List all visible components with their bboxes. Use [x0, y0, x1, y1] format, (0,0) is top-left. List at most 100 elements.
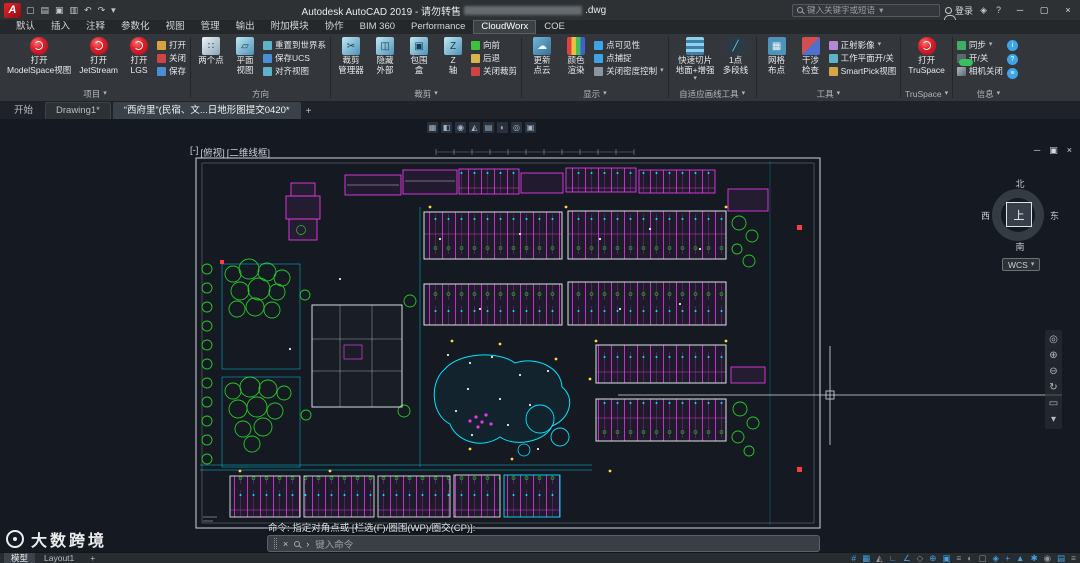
- search-flyout-icon[interactable]: ▾: [879, 5, 883, 16]
- visual-style-control[interactable]: [二维线框]: [227, 145, 270, 159]
- hardware-acceleration-icon[interactable]: ▤: [1057, 553, 1065, 563]
- viewcube-west[interactable]: 西: [981, 209, 990, 222]
- layout1-tab[interactable]: Layout1: [37, 553, 81, 563]
- camera-off-button[interactable]: 相机关闭: [957, 66, 1003, 76]
- tab-output[interactable]: 输出: [228, 20, 263, 34]
- tab-performance[interactable]: Performance: [403, 20, 473, 34]
- one-point-polyline-button[interactable]: ╱ 1点 多段线: [720, 36, 752, 75]
- autocad-logo-icon[interactable]: A: [4, 3, 21, 18]
- object-snap-icon[interactable]: ▣: [942, 553, 950, 563]
- new-icon[interactable]: ▢: [26, 5, 35, 16]
- tab-parametric[interactable]: 参数化: [113, 20, 158, 34]
- restore-button[interactable]: ▢: [1032, 0, 1056, 20]
- panel-label-clip[interactable]: 裁剪 ▾: [331, 87, 521, 101]
- customization-icon[interactable]: ≡: [1071, 553, 1076, 563]
- search-box[interactable]: 键入关键字或短语 ▾: [792, 4, 940, 17]
- doc-restore-button[interactable]: ▣: [1049, 145, 1058, 156]
- pan-icon[interactable]: ⊕: [1049, 350, 1057, 361]
- grid-icon[interactable]: #: [851, 553, 856, 563]
- workplane-toggle-button[interactable]: 工作平面开/关: [829, 53, 897, 63]
- infer-constraints-icon[interactable]: ◭: [876, 553, 883, 563]
- on-off-toggle-button[interactable]: 开/关: [957, 53, 1003, 63]
- show-motion-icon[interactable]: ▭: [1049, 398, 1058, 409]
- bounding-box-button[interactable]: ▣ 包围 盒: [403, 36, 435, 75]
- plan-view-button[interactable]: ▱ 平面 视图: [229, 36, 261, 75]
- selection-cycling-icon[interactable]: ▢: [978, 553, 986, 563]
- panel-label-truspace[interactable]: TruSpace ▾: [901, 87, 952, 101]
- color-render-button[interactable]: 颜色 渲染: [560, 36, 592, 75]
- snap-mode-icon[interactable]: ▦: [862, 553, 870, 563]
- tab-view[interactable]: 视图: [158, 20, 193, 34]
- canvas-toolbar-icon-5[interactable]: ▤: [483, 122, 494, 133]
- update-pointcloud-button[interactable]: ☁ 更新 点云: [526, 36, 558, 75]
- lineweight-icon[interactable]: ≡: [956, 553, 961, 563]
- z-axis-button[interactable]: Z Z 轴: [437, 36, 469, 75]
- open-icon[interactable]: ▤: [41, 5, 50, 16]
- minimize-button[interactable]: ─: [1008, 0, 1032, 20]
- qat-flyout-icon[interactable]: ▾: [111, 5, 116, 16]
- clash-check-button[interactable]: 干涉 检查: [795, 36, 827, 75]
- model-tab[interactable]: 模型: [4, 553, 35, 563]
- tab-coe[interactable]: COE: [536, 20, 573, 34]
- ortho-mode-icon[interactable]: ∟: [889, 553, 897, 563]
- zoom-icon[interactable]: ⊖: [1049, 366, 1057, 377]
- reset-to-world-button[interactable]: 重置到世界系: [263, 40, 326, 50]
- save-icon[interactable]: ▣: [55, 5, 64, 16]
- command-input[interactable]: 键入命令: [315, 537, 353, 551]
- tab-addins[interactable]: 附加模块: [263, 20, 317, 34]
- help-round-icon[interactable]: ?: [1007, 54, 1018, 65]
- panel-label-project[interactable]: 项目 ▾: [0, 87, 190, 101]
- tab-insert[interactable]: 插入: [43, 20, 78, 34]
- tab-default[interactable]: 默认: [8, 20, 43, 34]
- canvas-toolbar-icon-2[interactable]: ◧: [441, 122, 452, 133]
- panel-label-fit[interactable]: 自适应画线工具 ▾: [669, 87, 756, 101]
- menu-round-icon[interactable]: ≡: [1007, 68, 1018, 79]
- command-grip-handle[interactable]: [274, 538, 277, 549]
- view-control[interactable]: [俯视]: [200, 145, 224, 159]
- canvas-toolbar-icon-7[interactable]: ◎: [511, 122, 522, 133]
- clip-back-button[interactable]: 后退: [471, 53, 517, 63]
- quick-slice-button[interactable]: 快速切片 地面+增强 ▾: [673, 36, 718, 83]
- close-button[interactable]: ×: [1056, 0, 1080, 20]
- polar-tracking-icon[interactable]: ∠: [903, 553, 911, 563]
- tab-collaborate[interactable]: 协作: [317, 20, 352, 34]
- viewcube-north[interactable]: 北: [985, 177, 1055, 190]
- viewport-menu-control[interactable]: [-]: [190, 145, 198, 159]
- tab-cloudworx[interactable]: CloudWorx: [473, 20, 536, 34]
- new-layout-button[interactable]: +: [83, 553, 102, 563]
- undo-icon[interactable]: ↶: [84, 5, 92, 16]
- wcs-selector[interactable]: WCS ▾: [1002, 258, 1040, 271]
- align-view-button[interactable]: 对齐视图: [263, 66, 326, 76]
- density-control-button[interactable]: 关闭密度控制 ▾: [594, 66, 664, 76]
- open-modelspace-view-button[interactable]: 打开 ModelSpace视图: [4, 36, 74, 75]
- project-close-button[interactable]: 关闭: [157, 53, 186, 63]
- point-snap-button[interactable]: 点捕捉: [594, 53, 664, 63]
- open-lgs-button[interactable]: 打开 LGS: [123, 36, 155, 75]
- viewcube-top-face[interactable]: 上: [1006, 202, 1032, 227]
- grid-points-button[interactable]: ▦ 网格 布点: [761, 36, 793, 75]
- file-tab-drawing1[interactable]: Drawing1*: [45, 102, 111, 119]
- two-points-button[interactable]: ∷ 两个点: [195, 36, 227, 66]
- open-jetstream-button[interactable]: 打开 JetStream: [76, 36, 121, 75]
- panel-label-tools[interactable]: 工具 ▾: [757, 87, 901, 101]
- sync-button[interactable]: 同步 ▾: [957, 40, 1003, 50]
- hide-outside-button[interactable]: ◫ 隐藏 外部: [369, 36, 401, 75]
- redo-icon[interactable]: ↷: [98, 5, 106, 16]
- file-tab-active-drawing[interactable]: “西府里”(民宿、文...日地形图提交0420*: [113, 102, 301, 119]
- open-truspace-button[interactable]: 打开 TruSpace: [905, 36, 948, 75]
- view-cube[interactable]: 北 南 西 东 上: [985, 180, 1055, 250]
- help-icon[interactable]: ?: [994, 5, 1003, 15]
- annotation-monitor-icon[interactable]: ◉: [1044, 553, 1051, 563]
- doc-minimize-button[interactable]: ─: [1034, 145, 1040, 156]
- canvas-toolbar-icon-3[interactable]: ◉: [455, 122, 466, 133]
- workspace-switching-icon[interactable]: ✱: [1030, 553, 1037, 563]
- command-line[interactable]: × › 键入命令: [267, 535, 820, 552]
- sign-in-button[interactable]: 登录: [945, 4, 973, 17]
- command-search-icon[interactable]: [294, 541, 300, 547]
- drawing-canvas[interactable]: [-] [俯视] [二维线框] ▦ ◧ ◉ ◭ ▤ ◐ ◎ ▣ ─ ▣ × 北 …: [0, 119, 1080, 552]
- transparency-icon[interactable]: ◐: [967, 553, 972, 563]
- canvas-toolbar-icon-1[interactable]: ▦: [427, 122, 438, 133]
- steering-wheel-icon[interactable]: ◎: [1049, 334, 1058, 345]
- dynamic-input-icon[interactable]: +: [1005, 553, 1010, 563]
- plot-icon[interactable]: ▥: [70, 5, 79, 16]
